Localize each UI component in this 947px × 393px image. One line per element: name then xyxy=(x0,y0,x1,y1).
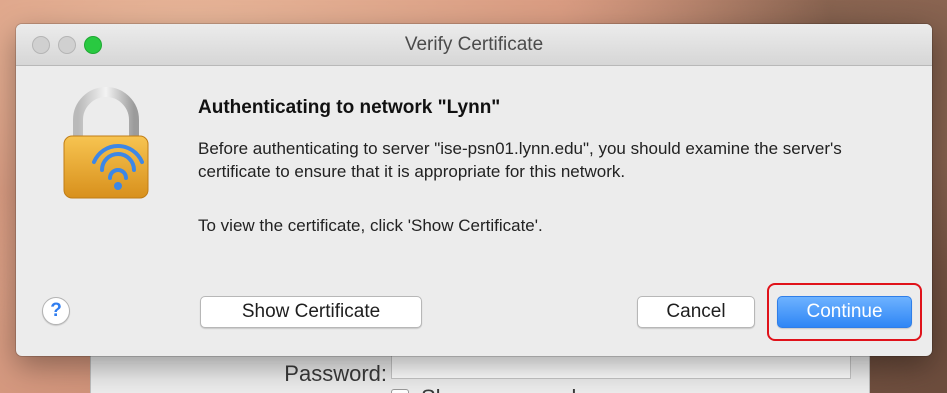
dialog-instruction: To view the certificate, click 'Show Cer… xyxy=(198,216,543,235)
dialog-heading: Authenticating to network "Lynn" xyxy=(198,97,501,118)
help-button[interactable]: ? xyxy=(42,297,70,325)
continue-button[interactable]: Continue xyxy=(777,296,912,328)
dialog-message: Before authenticating to server "ise-psn… xyxy=(198,139,842,181)
cancel-button[interactable]: Cancel xyxy=(637,296,755,328)
wifi-lock-icon xyxy=(63,87,149,199)
verify-certificate-window: Verify Certificate Authenticating to net… xyxy=(16,24,932,356)
show-password-label: Show password xyxy=(421,385,576,393)
title-bar[interactable]: Verify Certificate xyxy=(16,24,932,66)
show-certificate-button[interactable]: Show Certificate xyxy=(200,296,422,328)
password-label: Password: xyxy=(284,361,387,386)
show-password-checkbox[interactable] xyxy=(391,389,409,393)
window-title: Verify Certificate xyxy=(404,34,544,55)
